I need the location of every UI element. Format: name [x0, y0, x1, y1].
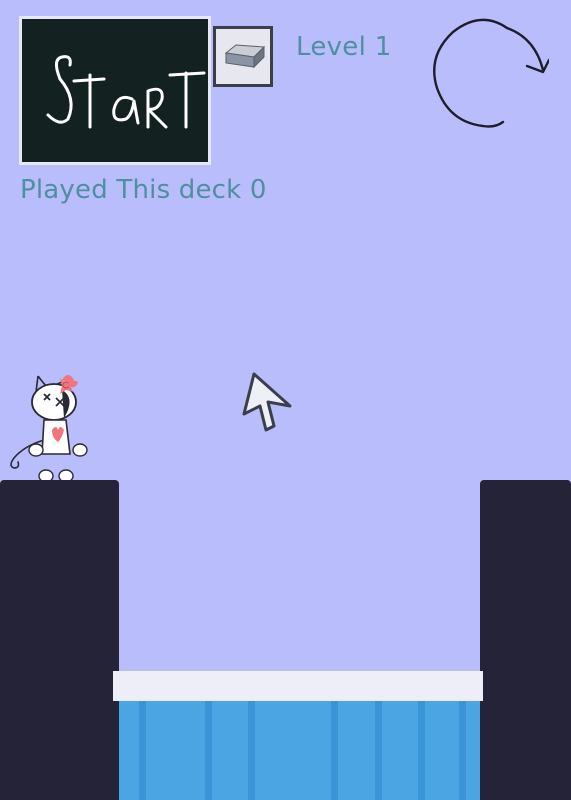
platform-left [0, 480, 119, 800]
water-stripe [331, 701, 338, 800]
water-pool [119, 701, 480, 800]
pointer-arrow-icon [240, 370, 296, 434]
start-button[interactable] [19, 16, 211, 165]
platform-right [480, 480, 571, 800]
game-stage: Level 1 Played This deck 0 [0, 0, 571, 800]
start-handwritten-label [46, 55, 206, 129]
restart-arrow-icon [433, 18, 551, 128]
restart-button[interactable] [423, 10, 551, 136]
played-deck-counter: Played This deck 0 [20, 175, 267, 205]
water-edge [113, 671, 483, 701]
water-stripe [248, 701, 255, 800]
water-stripe [418, 701, 425, 800]
water-stripe [205, 701, 212, 800]
cat-character-icon[interactable] [4, 368, 96, 486]
water-stripe [139, 701, 146, 800]
water-stripe [459, 701, 466, 800]
card-deck-icon [224, 44, 266, 69]
level-label: Level 1 [296, 32, 392, 62]
deck-button[interactable] [213, 26, 273, 87]
water-stripe [375, 701, 382, 800]
